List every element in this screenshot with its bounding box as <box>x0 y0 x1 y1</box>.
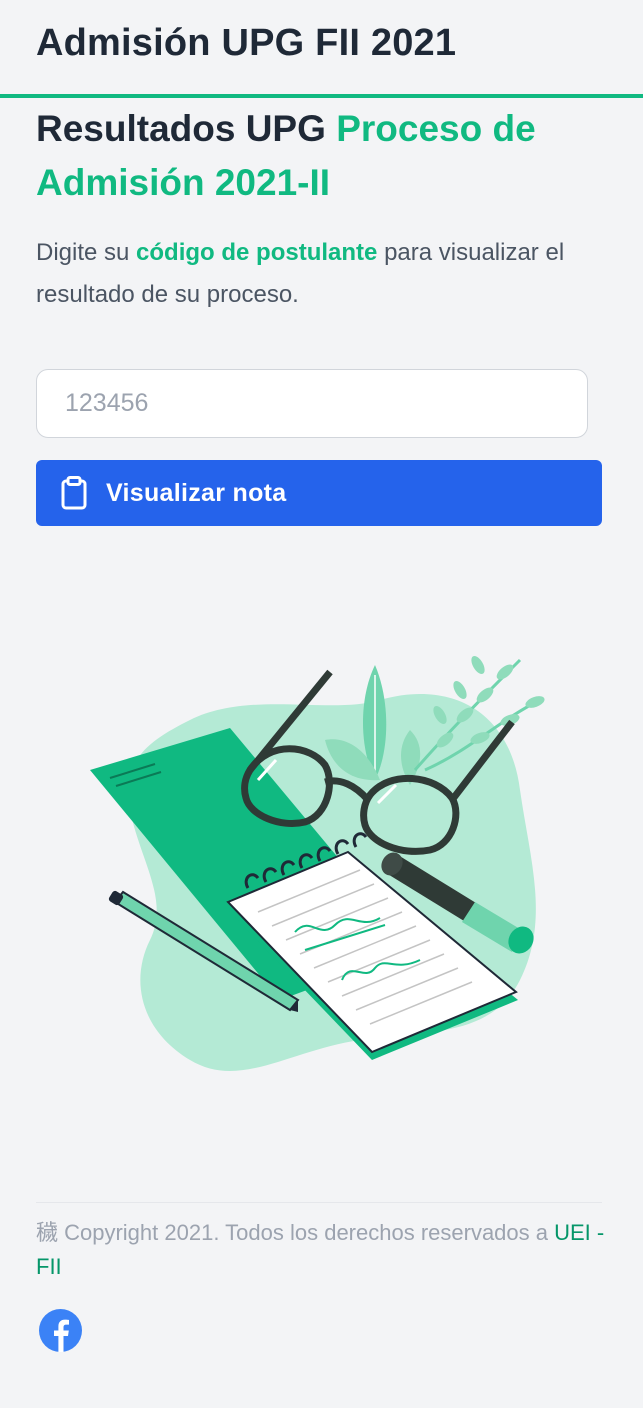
view-grade-button[interactable]: Visualizar nota <box>36 460 602 526</box>
applicant-code-input[interactable] <box>36 369 588 438</box>
page-title: Resultados UPG Proceso de Admisión 2021-… <box>36 102 616 210</box>
instructions-highlight: código de postulante <box>136 239 378 266</box>
copyright: 穢 Copyright 2021. Todos los derechos res… <box>36 1216 606 1284</box>
page-title-main: Resultados UPG <box>36 108 326 149</box>
instructions-prefix: Digite su <box>36 239 130 266</box>
instructions-text: Digite su código de postulante para visu… <box>36 232 606 316</box>
top-bar: Admisión UPG FII 2021 <box>0 0 643 98</box>
view-grade-label: Visualizar nota <box>106 478 287 507</box>
app-title: Admisión UPG FII 2021 <box>36 22 457 64</box>
copyright-text: 穢 Copyright 2021. Todos los derechos res… <box>36 1220 548 1245</box>
footer-divider <box>36 1202 602 1203</box>
facebook-icon[interactable] <box>39 1309 82 1352</box>
clipboard-icon <box>60 476 88 510</box>
notebook-glasses-illustration <box>80 620 560 1080</box>
